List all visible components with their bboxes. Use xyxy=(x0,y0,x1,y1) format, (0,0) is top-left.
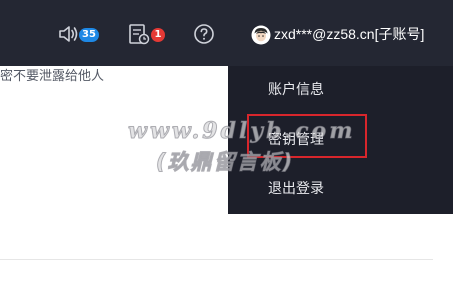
top-nav-bar: 35 1 zxd***@zz58.cn[子账号] xyxy=(0,0,453,66)
speaker-icon xyxy=(59,26,78,42)
content-divider xyxy=(0,259,433,260)
task-count-badge: 1 xyxy=(151,28,165,42)
watermark-caption: (玖鼎留言板) xyxy=(155,150,295,175)
tasks-button[interactable]: 1 xyxy=(127,20,167,48)
help-button[interactable] xyxy=(192,20,216,48)
watermark-url: www.9dlyb.com xyxy=(127,118,356,145)
notification-count-badge: 35 xyxy=(79,28,99,42)
document-clock-icon xyxy=(129,24,150,45)
notifications-button[interactable]: 35 xyxy=(56,20,102,48)
menu-item-account-info[interactable]: 账户信息 xyxy=(268,80,324,100)
help-icon xyxy=(194,24,214,44)
account-name: zxd***@zz58.cn[子账号] xyxy=(274,26,425,42)
avatar-icon xyxy=(251,25,271,45)
menu-item-logout[interactable]: 退出登录 xyxy=(268,179,324,199)
security-notice-text: 密不要泄露给他人 xyxy=(0,69,105,84)
